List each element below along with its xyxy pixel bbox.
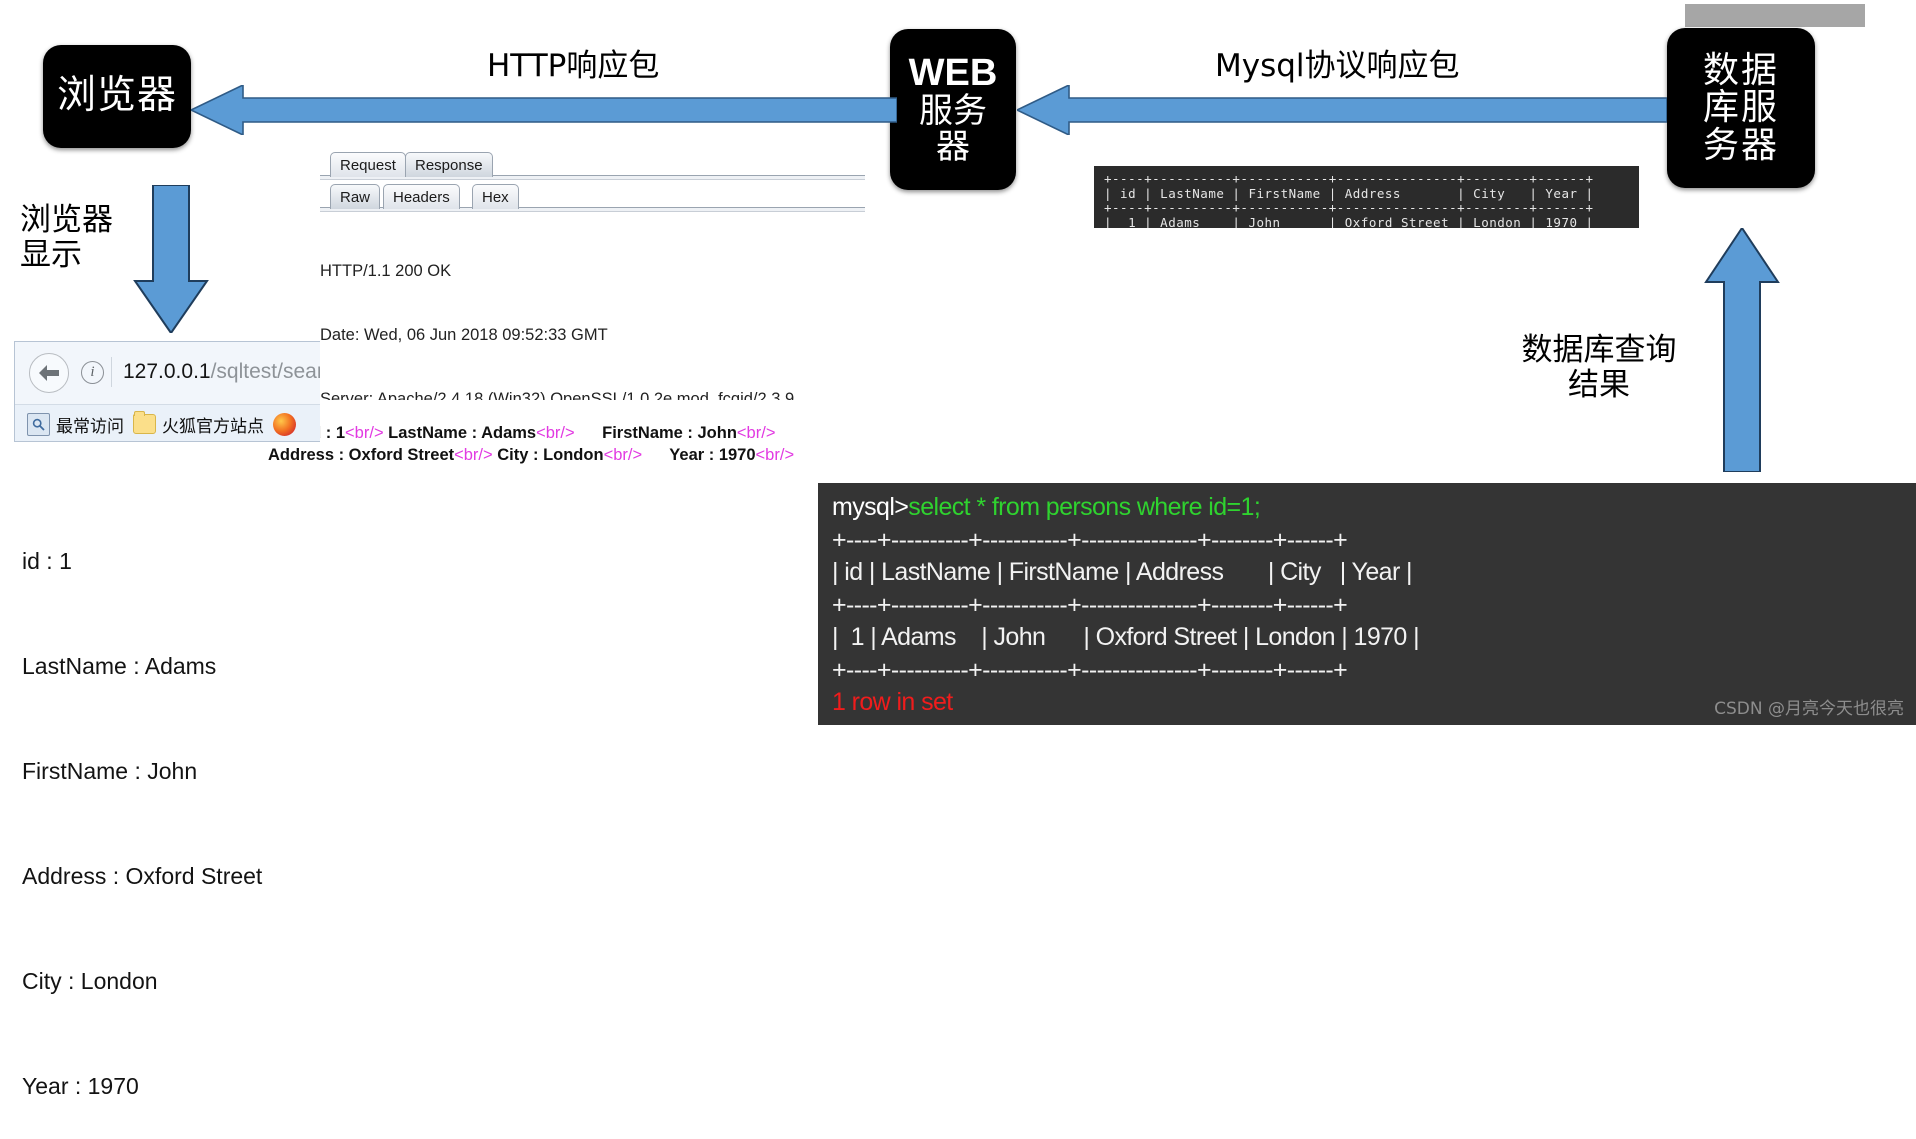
html-tag-token: <br/> (536, 424, 575, 442)
html-text-token: LastName : Adams (383, 424, 537, 442)
search-bookmark-icon (27, 412, 50, 436)
html-tag-token: <br/> (603, 445, 643, 464)
burp-response-headers: HTTP/1.1 200 OK Date: Wed, 06 Jun 2018 0… (320, 218, 865, 400)
html-tag-token: <br/> (454, 445, 493, 464)
mysql-command-line: mysql>select * from persons where id=1; (832, 491, 1902, 524)
output-line-firstname: FirstName : John (22, 758, 198, 784)
back-arrow-icon[interactable] (29, 353, 69, 393)
tab-request[interactable]: Request (330, 152, 406, 177)
node-db-server-cn-line1: 数据 (1702, 49, 1779, 91)
arrow-http-response (191, 85, 897, 135)
bookmark-firefox-official-label: 火狐官方站点 (162, 416, 264, 437)
node-web-server-en-label: WEB (908, 52, 998, 95)
html-text-token: City : London (492, 445, 604, 464)
label-http-response: HTTP响应包 (487, 48, 660, 84)
node-browser-label: 浏览器 (56, 73, 177, 119)
html-tag-token: <br/> (755, 445, 795, 464)
output-line-id: id : 1 (22, 548, 72, 574)
output-line-year: Year : 1970 (22, 1073, 139, 1099)
label-mysql-response: Mysql协议响应包 (1215, 48, 1460, 84)
output-line-lastname: LastName : Adams (22, 653, 217, 679)
bookmark-most-visited[interactable]: 最常访问 (27, 412, 124, 437)
arrow-db-query (1702, 228, 1782, 472)
node-web-server-cn-line1: 服务 (919, 91, 987, 132)
tab-hex[interactable]: Hex (472, 184, 519, 209)
bookmark-firefox-logo[interactable] (273, 412, 296, 436)
node-browser: 浏览器 (43, 45, 191, 148)
mysql-rule-bottom: +----+----------+-----------+-----------… (832, 655, 1348, 684)
node-db-server-cn-line2: 库服 (1702, 87, 1779, 129)
db-rule-top: +----+----------+-----------+-----------… (1104, 171, 1594, 186)
response-body-snippet: </br>id : 1<br/> LastName : Adams<br/> F… (268, 423, 798, 466)
burp-sub-tabrow: Raw Headers Hex (320, 182, 865, 212)
folder-icon (133, 411, 156, 434)
node-web-server: WEB 服务 器 (890, 29, 1016, 190)
tab-response[interactable]: Response (405, 152, 493, 177)
node-db-server-cn-line3: 务器 (1702, 124, 1779, 166)
mysql-prompt: mysql> (832, 493, 909, 521)
tab-headers[interactable]: Headers (383, 184, 460, 209)
tab-raw[interactable]: Raw (330, 184, 381, 209)
top-right-grey-bar (1685, 4, 1865, 27)
output-line-city: City : London (22, 968, 158, 994)
label-db-query-result: 数据库查询 结果 (1521, 332, 1677, 403)
mysql-rule-top: +----+----------+-----------+-----------… (832, 525, 1348, 554)
firefox-icon (273, 412, 296, 436)
mysql-query: select * from persons where id=1; (908, 493, 1261, 521)
output-line-address: Address : Oxford Street (22, 863, 263, 889)
arrow-browser-render (131, 185, 211, 333)
html-text-token: Year : 1970 (642, 445, 756, 464)
url-separator (111, 357, 112, 387)
url-host: 127.0.0.1 (123, 360, 211, 383)
browser-rendered-output: id : 1 LastName : Adams FirstName : John… (22, 474, 262, 1139)
url-bar[interactable]: 127.0.0.1/sqltest/searc (123, 355, 320, 389)
firefox-browser-window: i 127.0.0.1/sqltest/searc 最常访问 火狐官方站点 (14, 341, 320, 442)
header-server: Server: Apache/2.4.18 (Win32) OpenSSL/1.… (320, 390, 795, 400)
watermark: CSDN @月亮今天也很亮 (1714, 699, 1904, 719)
bookmark-firefox-official[interactable]: 火狐官方站点 (133, 411, 264, 437)
browser-navbar: i 127.0.0.1/sqltest/searc (15, 342, 320, 403)
db-result-table: +----+----------+-----------+-----------… (1104, 171, 1629, 228)
bookmarks-bar: 最常访问 火狐官方站点 (15, 404, 320, 441)
info-icon[interactable]: i (81, 361, 104, 384)
bookmark-most-visited-label: 最常访问 (56, 416, 124, 437)
header-status-line: HTTP/1.1 200 OK (320, 261, 452, 280)
arrow-mysql-response (1017, 85, 1667, 135)
mysql-data-row: | 1 | Adams | John | Oxford Street | Lon… (832, 623, 1420, 651)
burp-top-tabrow: Request Response (320, 150, 865, 180)
label-browser-display: 浏览器 显示 (20, 202, 113, 273)
db-result-console: +----+----------+-----------+-----------… (1094, 166, 1639, 228)
node-web-server-cn-line2: 器 (936, 126, 970, 167)
html-tag-token: <br/> (736, 424, 776, 442)
db-header-row: | id | LastName | FirstName | Address | … (1104, 185, 1594, 201)
html-tag-token: <br/> (345, 424, 384, 442)
node-database-server: 数据 库服 务器 (1667, 28, 1815, 188)
burp-response-panel: Request Response Raw Headers Hex HTTP/1.… (320, 150, 865, 400)
html-text-token: FirstName : John (574, 424, 737, 442)
db-data-row: | 1 | Adams | John | Oxford Street | Lon… (1104, 214, 1594, 228)
db-rule-mid: +----+----------+-----------+-----------… (1104, 200, 1594, 216)
mysql-console: mysql>select * from persons where id=1; … (818, 483, 1916, 725)
header-date: Date: Wed, 06 Jun 2018 09:52:33 GMT (320, 326, 608, 345)
mysql-header-row: | id | LastName | FirstName | Address | … (832, 558, 1413, 586)
mysql-rule-mid: +----+----------+-----------+-----------… (832, 590, 1348, 619)
url-path: /sqltest/searc (210, 360, 320, 383)
